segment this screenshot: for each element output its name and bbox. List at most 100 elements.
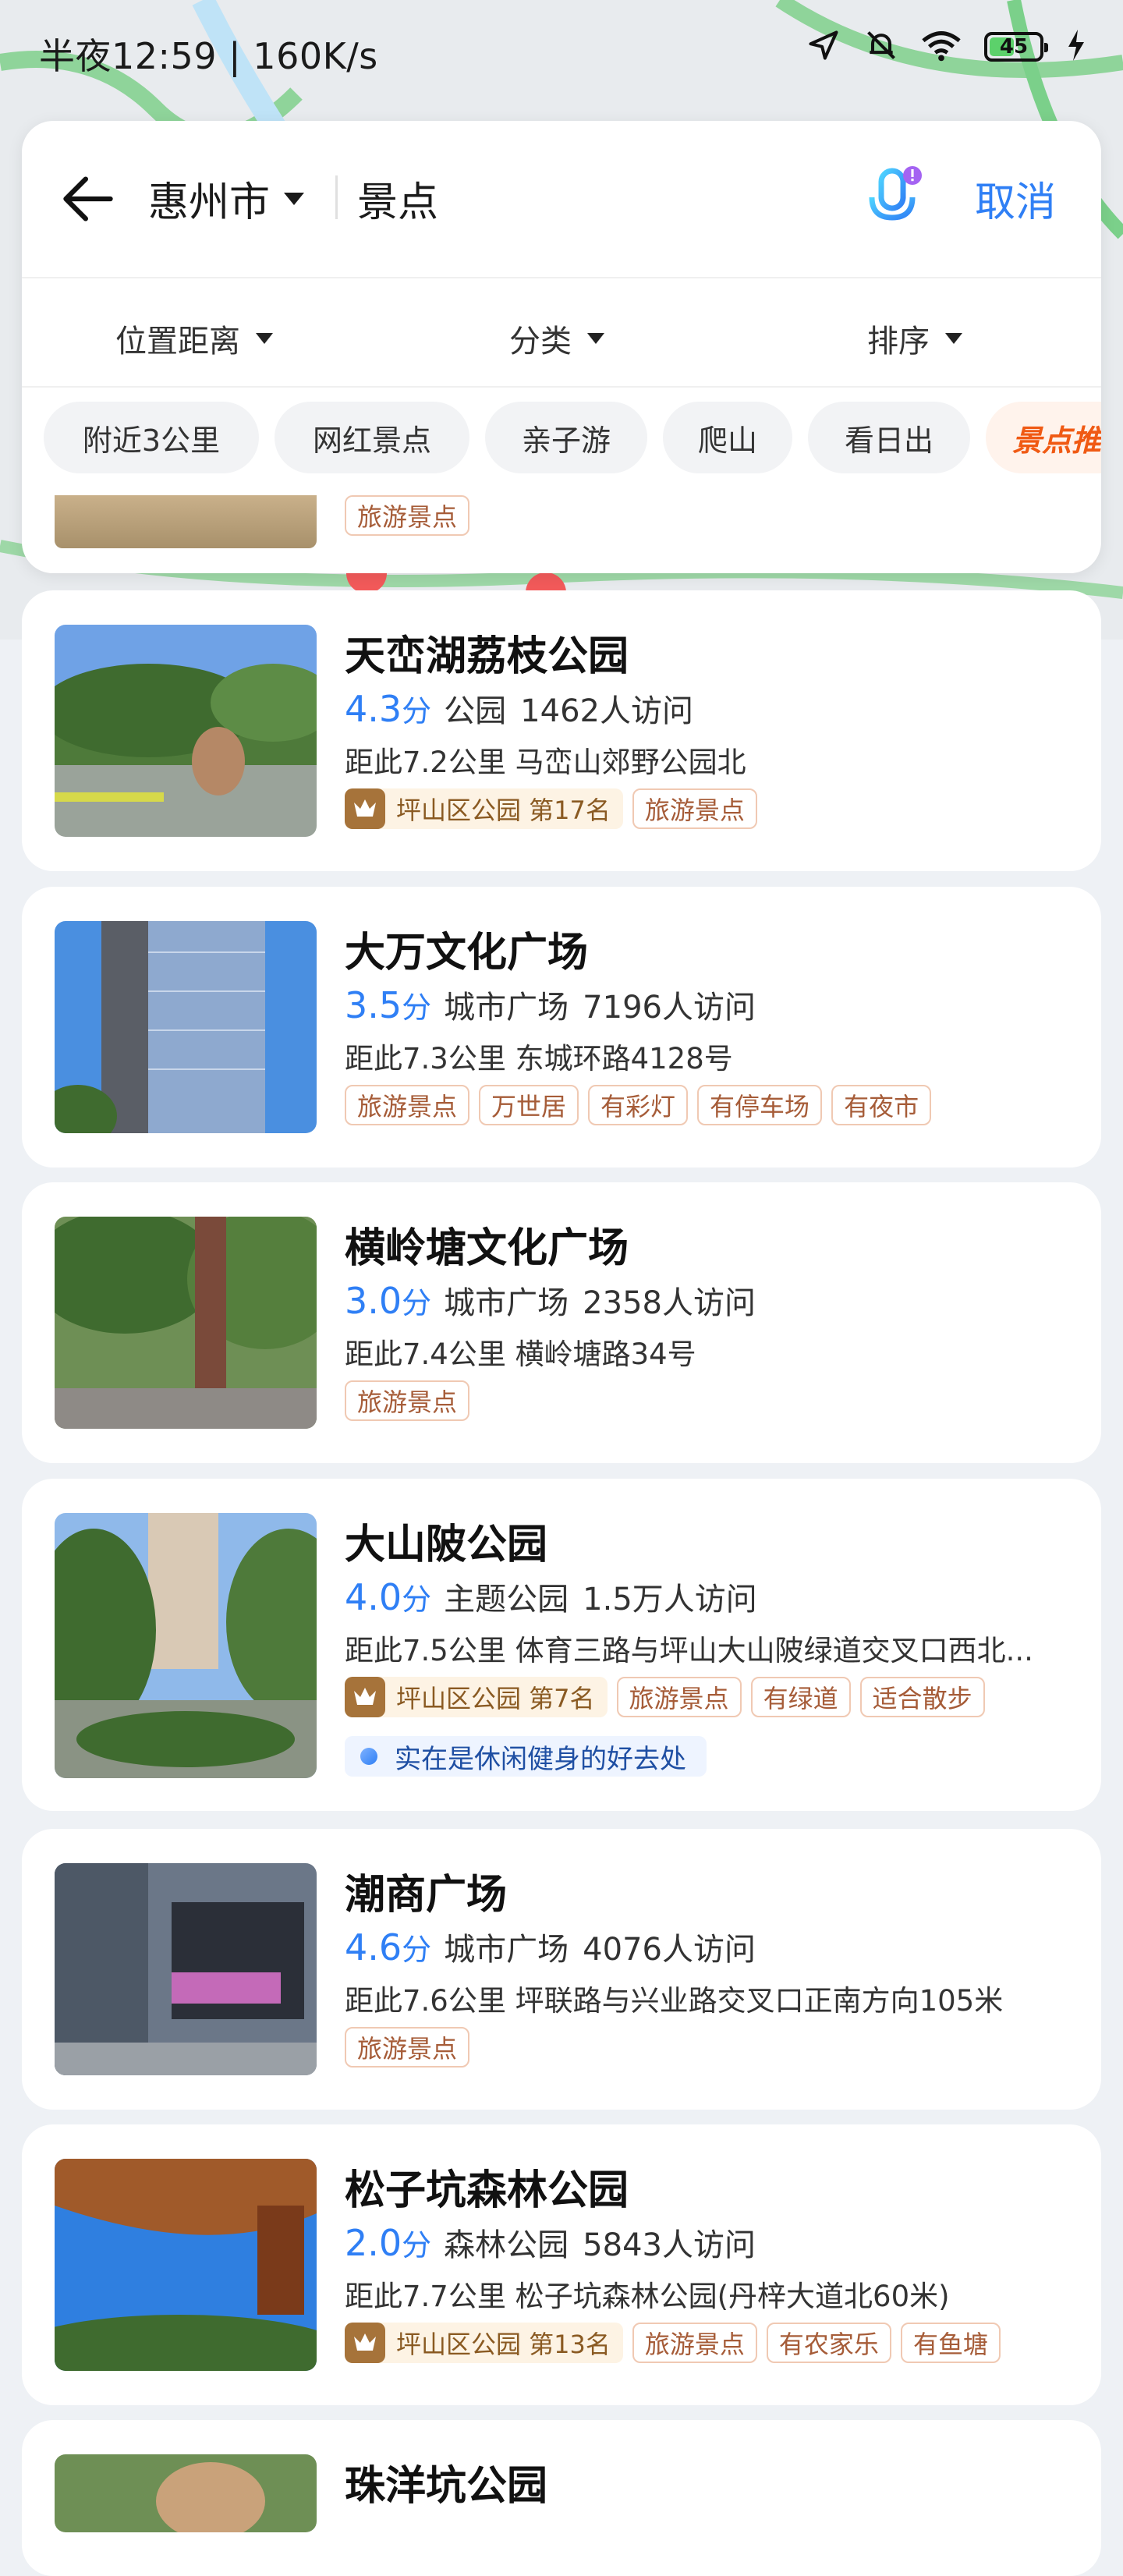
search-bar: 惠州市 景点 取消 <box>22 121 1101 277</box>
result-meta: 3.5分 城市广场 7196人访问 <box>345 982 756 1027</box>
cancel-button[interactable]: 取消 <box>975 169 1056 228</box>
voice-search-button[interactable] <box>855 160 933 238</box>
tag: 旅游景点 <box>345 495 470 536</box>
dropdown-triangle-icon <box>945 333 962 344</box>
visit-count: 4076人访问 <box>583 1932 756 1968</box>
chip-sunrise[interactable]: 看日出 <box>808 402 970 473</box>
review-bubble-icon <box>360 1748 377 1765</box>
dropdown-triangle-icon <box>256 333 273 344</box>
result-address: 距此7.6公里 坪联路与兴业路交叉口正南方向105米 <box>345 1984 1004 2018</box>
visit-count: 1462人访问 <box>520 693 693 729</box>
result-title: 横岭塘文化广场 <box>345 1225 629 1272</box>
result-title: 大万文化广场 <box>345 930 589 976</box>
visit-count: 1.5万人访问 <box>583 1582 757 1618</box>
rating-score: 4.6 <box>345 1926 402 1968</box>
status-time: 半夜12:59 | 160K/s <box>39 35 378 77</box>
divider <box>335 175 338 219</box>
tag: 有停车场 <box>697 1085 823 1125</box>
result-card[interactable]: 松子坑森林公园 2.0分 森林公园 5843人访问 距此7.7公里 松子坑森林公园(… <box>22 2124 1101 2405</box>
rank-label: 坪山区公园 第17名 <box>396 795 611 825</box>
tag: 旅游景点 <box>632 2323 757 2363</box>
chip-hiking[interactable]: 爬山 <box>663 402 792 473</box>
result-thumbnail <box>55 2454 317 2532</box>
quick-chips: 附近3公里 网红景点 亲子游 爬山 看日出 景点推 <box>22 386 1101 497</box>
crown-icon <box>345 1677 385 1717</box>
filter-sort[interactable]: 排序 <box>867 316 962 361</box>
chip-recommended[interactable]: 景点推 <box>986 402 1101 473</box>
filter-distance[interactable]: 位置距离 <box>115 316 273 361</box>
review-text: 实在是休闲健身的好去处 <box>395 1743 686 1775</box>
location-icon <box>806 28 841 66</box>
tag: 适合散步 <box>859 1677 985 1717</box>
rank-label: 坪山区公园 第7名 <box>396 1684 595 1713</box>
result-address: 距此7.2公里 马峦山郊野公园北 <box>345 746 746 779</box>
result-meta: 2.0分 森林公园 5843人访问 <box>345 2220 756 2265</box>
search-input[interactable]: 景点 <box>357 169 438 228</box>
rating-unit: 分 <box>402 1933 432 1967</box>
rank-badge: 坪山区公园 第13名 <box>345 2323 623 2363</box>
tag-list: 旅游景点 万世居 有彩灯 有停车场 有夜市 <box>345 1085 932 1125</box>
result-title: 潮商广场 <box>345 1872 508 1919</box>
result-title: 天峦湖荔枝公园 <box>345 633 629 680</box>
rating-score: 4.3 <box>345 688 402 730</box>
tag-list: 坪山区公园 第13名 旅游景点 有农家乐 有鱼塘 <box>345 2323 1001 2363</box>
back-arrow-icon <box>63 176 113 221</box>
result-card[interactable]: 潮商广场 4.6分 城市广场 4076人访问 距此7.6公里 坪联路与兴业路交叉口正… <box>22 1829 1101 2110</box>
result-meta: 4.0分 主题公园 1.5万人访问 <box>345 1574 757 1619</box>
result-thumbnail <box>55 1513 317 1778</box>
result-meta: 4.6分 城市广场 4076人访问 <box>345 1924 756 1969</box>
rating-unit: 分 <box>402 990 432 1025</box>
rank-label: 坪山区公园 第13名 <box>396 2330 611 2359</box>
rating-score: 3.0 <box>345 1280 402 1322</box>
tag: 万世居 <box>479 1085 579 1125</box>
tag-list: 坪山区公园 第7名 旅游景点 有绿道 适合散步 <box>345 1677 985 1717</box>
rank-badge: 坪山区公园 第7名 <box>345 1677 608 1717</box>
result-card[interactable]: 珠洋坑公园 <box>22 2420 1101 2576</box>
result-card[interactable]: 大山陂公园 4.0分 主题公园 1.5万人访问 距此7.5公里 体育三路与坪山大山陂… <box>22 1479 1101 1811</box>
filter-label: 位置距离 <box>115 324 240 360</box>
filter-category[interactable]: 分类 <box>509 316 604 361</box>
tag: 旅游景点 <box>345 1085 470 1125</box>
battery-icon: 45 <box>984 32 1048 62</box>
rating-unit: 分 <box>402 2228 432 2262</box>
result-card[interactable]: 大万文化广场 3.5分 城市广场 7196人访问 距此7.3公里 东城环路4128号… <box>22 887 1101 1168</box>
result-address: 距此7.4公里 横岭塘路34号 <box>345 1338 696 1371</box>
filter-label: 分类 <box>509 324 572 360</box>
battery-level: 45 <box>999 35 1029 58</box>
partial-result[interactable]: 旅游景点 <box>22 495 1101 573</box>
search-panel: 惠州市 景点 取消 位置距离 分类 排序 附近3公里 网红景点 亲子游 爬山 看… <box>22 121 1101 573</box>
status-bar: 半夜12:59 | 160K/s 45 <box>0 0 1123 101</box>
review-snippet: 实在是休闲健身的好去处 <box>345 1736 707 1777</box>
rating-unit: 分 <box>402 1582 432 1617</box>
result-address: 距此7.5公里 体育三路与坪山大山陂绿道交叉口西北... <box>345 1634 1033 1667</box>
result-card[interactable]: 天峦湖荔枝公园 4.3分 公园 1462人访问 距此7.2公里 马峦山郊野公园北 坪… <box>22 590 1101 871</box>
mute-icon <box>864 28 898 66</box>
visit-count: 5843人访问 <box>583 2227 756 2263</box>
result-category: 主题公园 <box>444 1582 569 1618</box>
microphone-icon <box>869 166 922 229</box>
chip-nearby[interactable]: 附近3公里 <box>44 402 259 473</box>
tag: 有绿道 <box>750 1677 851 1717</box>
result-address: 距此7.3公里 东城环路4128号 <box>345 1042 733 1075</box>
wifi-icon <box>922 28 961 66</box>
result-title: 大山陂公园 <box>345 1522 548 1568</box>
result-title: 松子坑森林公园 <box>345 2167 629 2214</box>
tag: 旅游景点 <box>616 1677 742 1717</box>
result-card[interactable]: 横岭塘文化广场 3.0分 城市广场 2358人访问 距此7.4公里 横岭塘路34号 … <box>22 1182 1101 1463</box>
filter-bar: 位置距离 分类 排序 <box>22 277 1101 388</box>
rating-unit: 分 <box>402 1286 432 1320</box>
chip-family[interactable]: 亲子游 <box>485 402 647 473</box>
tag-list: 旅游景点 <box>345 495 470 536</box>
tag: 旅游景点 <box>345 2027 470 2068</box>
tag-list: 坪山区公园 第17名 旅游景点 <box>345 788 757 829</box>
chip-trending[interactable]: 网红景点 <box>275 402 469 473</box>
back-button[interactable] <box>53 164 123 234</box>
tag-list: 旅游景点 <box>345 2027 470 2068</box>
rating-score: 4.0 <box>345 1576 402 1618</box>
result-category: 城市广场 <box>444 1932 569 1968</box>
tag: 旅游景点 <box>345 1380 470 1421</box>
result-thumbnail <box>55 625 317 837</box>
city-selector[interactable]: 惠州市 <box>148 169 305 228</box>
status-icons: 45 <box>806 28 1086 66</box>
result-category: 城市广场 <box>444 1285 569 1321</box>
